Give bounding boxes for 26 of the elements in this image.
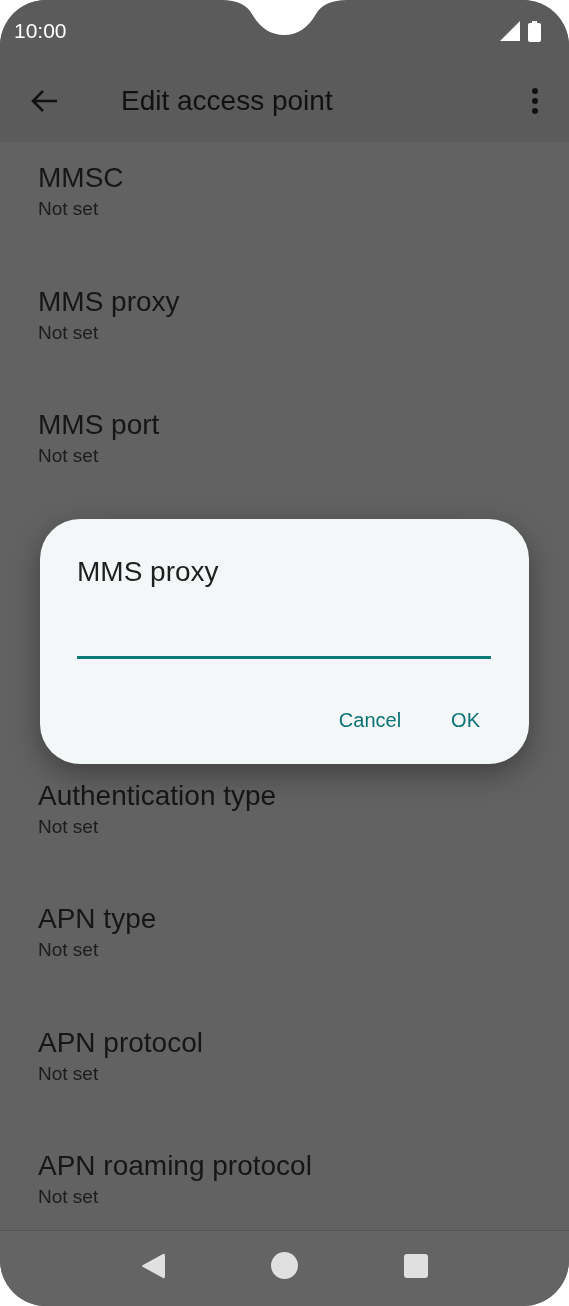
battery-icon <box>528 20 541 42</box>
setting-value: Not set <box>38 197 100 221</box>
cancel-button[interactable]: Cancel <box>326 699 414 741</box>
setting-title[interactable]: MMS port <box>38 407 531 443</box>
setting-value: Not set <box>38 938 100 962</box>
setting-value: Not set <box>38 1185 100 1209</box>
setting-title[interactable]: APN protocol <box>38 1024 531 1061</box>
back-icon[interactable] <box>141 1251 165 1280</box>
setting-title[interactable]: APN roaming protocol <box>38 1148 531 1184</box>
ok-button[interactable]: OK <box>439 699 492 741</box>
back-arrow-icon[interactable] <box>30 89 58 113</box>
screen-title: Edit access point <box>121 84 334 118</box>
recents-icon[interactable] <box>404 1253 428 1278</box>
setting-title[interactable]: MMSC <box>38 160 531 196</box>
setting-value: Not set <box>38 320 100 345</box>
clock-time: 10:00 <box>14 18 67 45</box>
setting-value: Not set <box>38 814 100 839</box>
more-options-icon[interactable] <box>531 87 539 115</box>
signal-icon <box>500 21 520 41</box>
setting-title[interactable]: Authentication type <box>38 777 531 814</box>
setting-value: Not set <box>38 444 100 468</box>
setting-title[interactable]: APN type <box>38 901 531 937</box>
home-icon[interactable] <box>271 1252 298 1279</box>
dialog-title: MMS proxy <box>77 555 220 589</box>
setting-title[interactable]: MMS proxy <box>38 283 531 320</box>
setting-value: Not set <box>38 1061 100 1086</box>
